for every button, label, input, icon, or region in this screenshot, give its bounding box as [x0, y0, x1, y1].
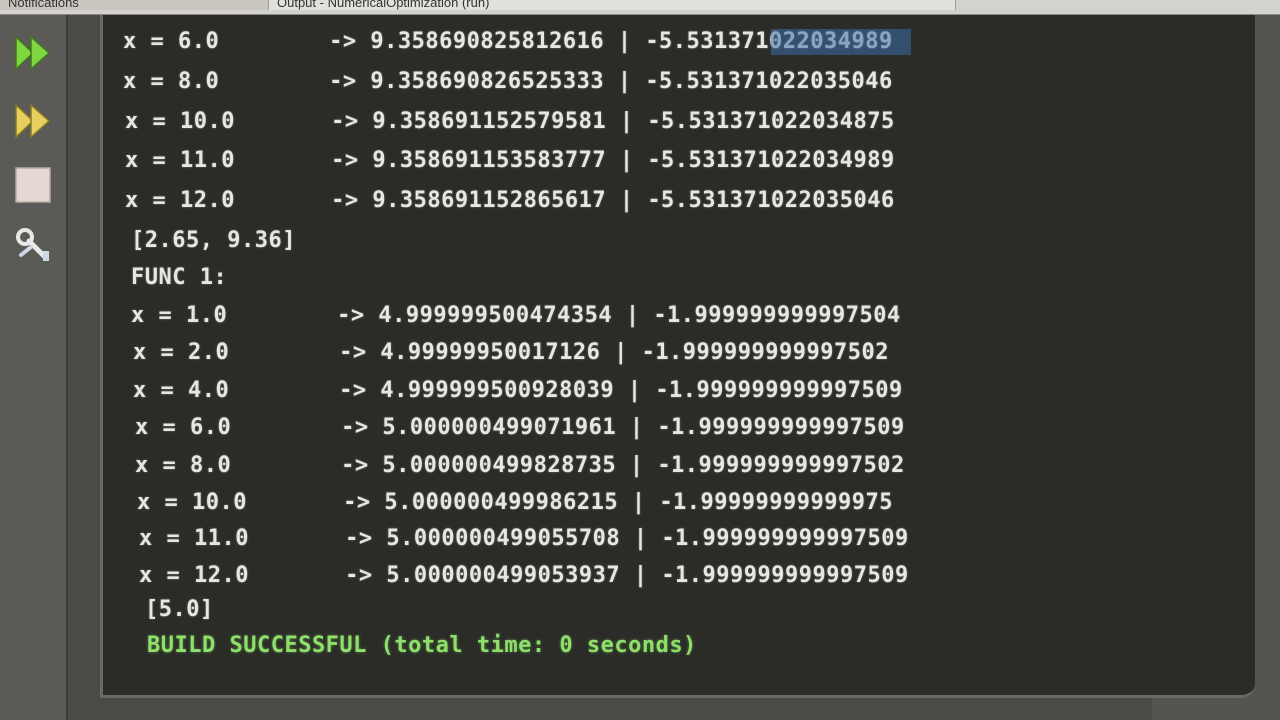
- rerun-button[interactable]: [12, 33, 54, 73]
- output-line: FUNC 1:: [131, 265, 228, 290]
- double-arrow-yellow-icon: [15, 103, 51, 139]
- selected-text[interactable]: [771, 29, 911, 55]
- output-line: x = 12.0 -> 9.358691152865617 | -5.53137…: [125, 188, 895, 213]
- output-line: x = 10.0 -> 5.000000499986215 | -1.99999…: [137, 490, 893, 515]
- output-line: x = 2.0 -> 4.99999950017126 | -1.9999999…: [133, 340, 889, 365]
- output-line: x = 6.0 -> 5.000000499071961 | -1.999999…: [135, 415, 905, 440]
- stop-button[interactable]: [12, 165, 54, 205]
- output-toolbar: [0, 15, 68, 720]
- output-line: x = 8.0 -> 5.000000499828735 | -1.999999…: [135, 453, 905, 478]
- output-line: x = 12.0 -> 5.000000499053937 | -1.99999…: [139, 563, 909, 588]
- output-line: x = 1.0 -> 4.999999500474354 | -1.999999…: [131, 303, 901, 328]
- build-status: BUILD SUCCESSFUL (total time: 0 seconds): [147, 633, 697, 658]
- output-line: x = 11.0 -> 9.358691153583777 | -5.53137…: [125, 148, 895, 173]
- stop-square-icon: [15, 167, 51, 203]
- rerun-with-options-button[interactable]: [12, 101, 54, 141]
- output-tab-bar: Notifications Output - NumericalOptimiza…: [0, 0, 1280, 15]
- output-line: [5.0]: [145, 597, 214, 622]
- output-line: x = 11.0 -> 5.000000499055708 | -1.99999…: [139, 526, 909, 551]
- tab-notifications[interactable]: Notifications: [0, 0, 271, 10]
- output-line: x = 8.0 -> 9.358690826525333 | -5.531371…: [123, 69, 893, 94]
- output-line: x = 10.0 -> 9.358691152579581 | -5.53137…: [125, 109, 895, 134]
- output-line: [2.65, 9.36]: [131, 228, 296, 253]
- double-arrow-green-icon: [15, 35, 51, 71]
- settings-button[interactable]: [12, 225, 54, 265]
- output-line: x = 4.0 -> 4.999999500928039 | -1.999999…: [133, 378, 903, 403]
- tab-output[interactable]: Output - NumericalOptimization (run): [268, 0, 956, 10]
- output-console[interactable]: x = 6.0 -> 9.358690825812616 | -5.531371…: [100, 15, 1255, 698]
- wrench-settings-icon: [16, 228, 49, 261]
